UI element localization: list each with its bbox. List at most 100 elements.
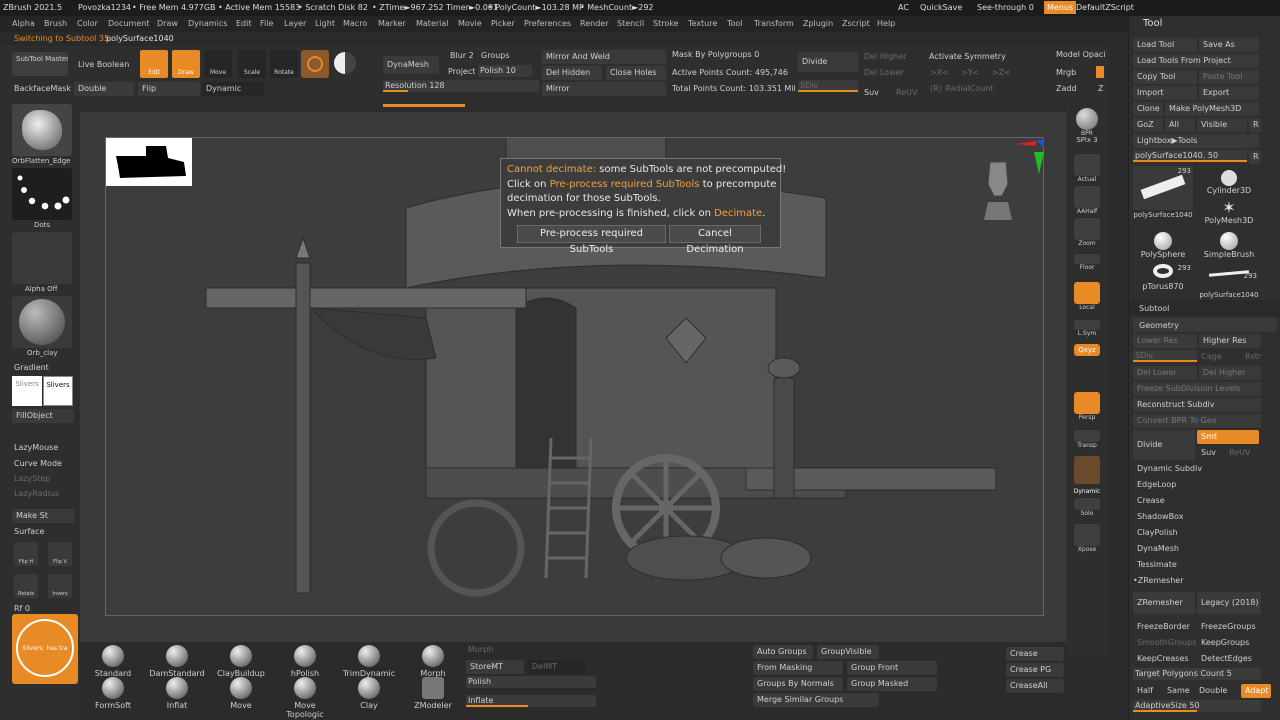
ac-label[interactable]: AC [898,3,909,12]
clone-button[interactable]: Clone [1133,102,1163,116]
floor-button[interactable]: Floor [1072,254,1102,271]
goz-button[interactable]: GoZ [1133,118,1163,132]
lsym-button[interactable]: L.Sym [1072,320,1102,337]
keep-creases-toggle[interactable]: KeepCreases [1137,654,1189,663]
keep-groups-toggle[interactable]: KeepGroups [1201,638,1249,647]
morph-slider[interactable]: Morph [468,645,493,654]
brush-hpolish[interactable]: hPolish [275,645,335,678]
axis-gizmo-icon[interactable] [1006,138,1046,178]
del-mt-button[interactable]: DelMT [528,660,586,674]
tool-thumb-polysurface-2[interactable]: 293 polySurface1040 [1199,264,1259,299]
make-polymesh3d-button[interactable]: Make PolyMesh3D [1165,102,1259,116]
quicksave-button[interactable]: QuickSave [920,3,962,12]
slivers-color-b[interactable]: Slivers [43,376,73,406]
brush-standard[interactable]: Standard [83,645,143,678]
sdiv-tray-slider[interactable]: SDiv [1133,350,1197,362]
flip-v-button[interactable]: Flip V [48,542,72,566]
rstr-button[interactable]: Rstr [1245,352,1261,361]
lazy-step-slider[interactable]: LazyStep [14,474,51,483]
copy-tool-button[interactable]: Copy Tool [1133,70,1197,84]
move-button[interactable]: Move [204,50,232,78]
sdiv-slider[interactable]: SDiv [798,80,858,92]
fill-object-button[interactable]: FillObject [12,409,74,423]
del-lower-tray-button[interactable]: Del Lower [1133,366,1197,380]
local-button[interactable]: Local [1072,282,1102,311]
menu-render[interactable]: Render [580,19,608,28]
xyz-button[interactable]: Qxyz [1072,344,1102,356]
brush-thumbnail[interactable] [12,104,72,156]
sym-y-toggle[interactable]: >Y< [961,68,979,77]
edgeloop-header[interactable]: EdgeLoop [1137,480,1176,489]
menu-brush[interactable]: Brush [44,19,67,28]
target-polys-slider[interactable]: Target Polygons Count 5 [1133,668,1261,680]
del-higher-tray-button[interactable]: Del Higher [1199,366,1261,380]
model-opacity-slider[interactable]: Model Opaci [1056,50,1105,59]
spix-slider[interactable]: SPix 3 [1072,136,1102,144]
crease-all-button[interactable]: CreaseAll [1006,679,1064,693]
scale-button[interactable]: Scale [238,50,266,78]
tool-thumb-simplebrush[interactable]: SimpleBrush [1199,232,1259,259]
divide-tray-button[interactable]: Divide [1133,430,1195,460]
higher-res-button[interactable]: Higher Res [1199,334,1261,348]
flip-h-button[interactable]: Flip H [14,542,38,566]
adapt-toggle[interactable]: Adapt [1241,684,1271,698]
smt-toggle[interactable]: Smt [1197,430,1259,444]
menu-stroke[interactable]: Stroke [653,19,679,28]
dynamic-subdiv-header[interactable]: Dynamic Subdiv [1137,464,1202,473]
activate-symmetry-button[interactable]: Activate Symmetry [929,52,1006,61]
zoom-button[interactable]: Zoom [1072,218,1102,247]
mirror-button[interactable]: Mirror [542,82,666,96]
crease-button[interactable]: Crease [1006,647,1064,661]
menu-color[interactable]: Color [77,19,98,28]
menu-tool[interactable]: Tool [727,19,743,28]
brush-trimdynamic[interactable]: TrimDynamic [339,645,399,678]
menu-transform[interactable]: Transform [754,19,794,28]
rf-slider[interactable]: Rf 0 [14,604,30,613]
tool-thumb-polysurface[interactable]: 293 polySurface1040 [1133,166,1193,219]
goz-visible-button[interactable]: Visible [1197,118,1247,132]
tool-thumb-cylinder3d[interactable]: Cylinder3D [1199,166,1259,195]
double-button[interactable]: Double [74,82,134,96]
default-zscript[interactable]: DefaultZScript [1076,3,1134,12]
xpose-button[interactable]: Xpose [1072,524,1102,553]
goz-all-button[interactable]: All [1165,118,1195,132]
slivers-color-a[interactable]: Slivers [12,376,42,406]
inflate-slider[interactable]: Inflate [466,695,596,707]
del-hidden-button[interactable]: Del Hidden [542,66,602,80]
menu-dynamics[interactable]: Dynamics [188,19,227,28]
menu-material[interactable]: Material [416,19,449,28]
lightbox-tools-button[interactable]: Lightbox▶Tools [1133,134,1259,148]
brush-zmodeler[interactable]: ZModeler [403,677,463,710]
subtool-header[interactable]: Subtool [1129,300,1280,316]
gradient-toggle[interactable]: Gradient [14,363,49,372]
menu-macro[interactable]: Macro [343,19,367,28]
goz-r-button[interactable]: R [1249,118,1261,132]
menu-movie[interactable]: Movie [458,19,482,28]
brush-clay[interactable]: Clay [339,677,399,710]
solo-button[interactable]: Solo [1072,498,1102,517]
mask-by-polygroups-slider[interactable]: Mask By Polygroups 0 [672,50,759,59]
legacy-2018-button[interactable]: Legacy (2018) [1197,592,1261,614]
reconstruct-subdiv-button[interactable]: Reconstruct Subdiv [1133,398,1261,412]
texture-swatch[interactable]: Slivers: has tra [12,614,78,684]
surface-button[interactable]: Surface [14,527,44,536]
menu-draw[interactable]: Draw [157,19,178,28]
suv-tray-toggle[interactable]: Suv [1201,448,1216,457]
freeze-groups-toggle[interactable]: FreezeGroups [1201,622,1256,631]
ghost-button[interactable] [1072,456,1102,484]
freeze-border-toggle[interactable]: FreezeBorder [1137,622,1190,631]
menu-light[interactable]: Light [315,19,335,28]
import-button[interactable]: Import [1133,86,1197,100]
mirror-weld-button[interactable]: Mirror And Weld [542,50,666,64]
same-toggle[interactable]: Same [1167,686,1190,695]
polish-bottom-slider[interactable]: Polish [466,676,596,688]
crease-pg-button[interactable]: Crease PG [1006,663,1064,677]
crease-header[interactable]: Crease [1137,496,1165,505]
cancel-decimation-button[interactable]: Cancel Decimation [669,225,761,255]
live-boolean-button[interactable]: Live Boolean [78,60,129,69]
groups-toggle[interactable]: Groups [481,51,510,60]
edit-button[interactable]: Edit [140,50,168,78]
aahalf-button[interactable]: AAHalf [1072,186,1102,215]
backface-mask-button[interactable]: BackfaceMask [14,84,71,93]
current-tool-r-button[interactable]: R [1249,150,1261,164]
